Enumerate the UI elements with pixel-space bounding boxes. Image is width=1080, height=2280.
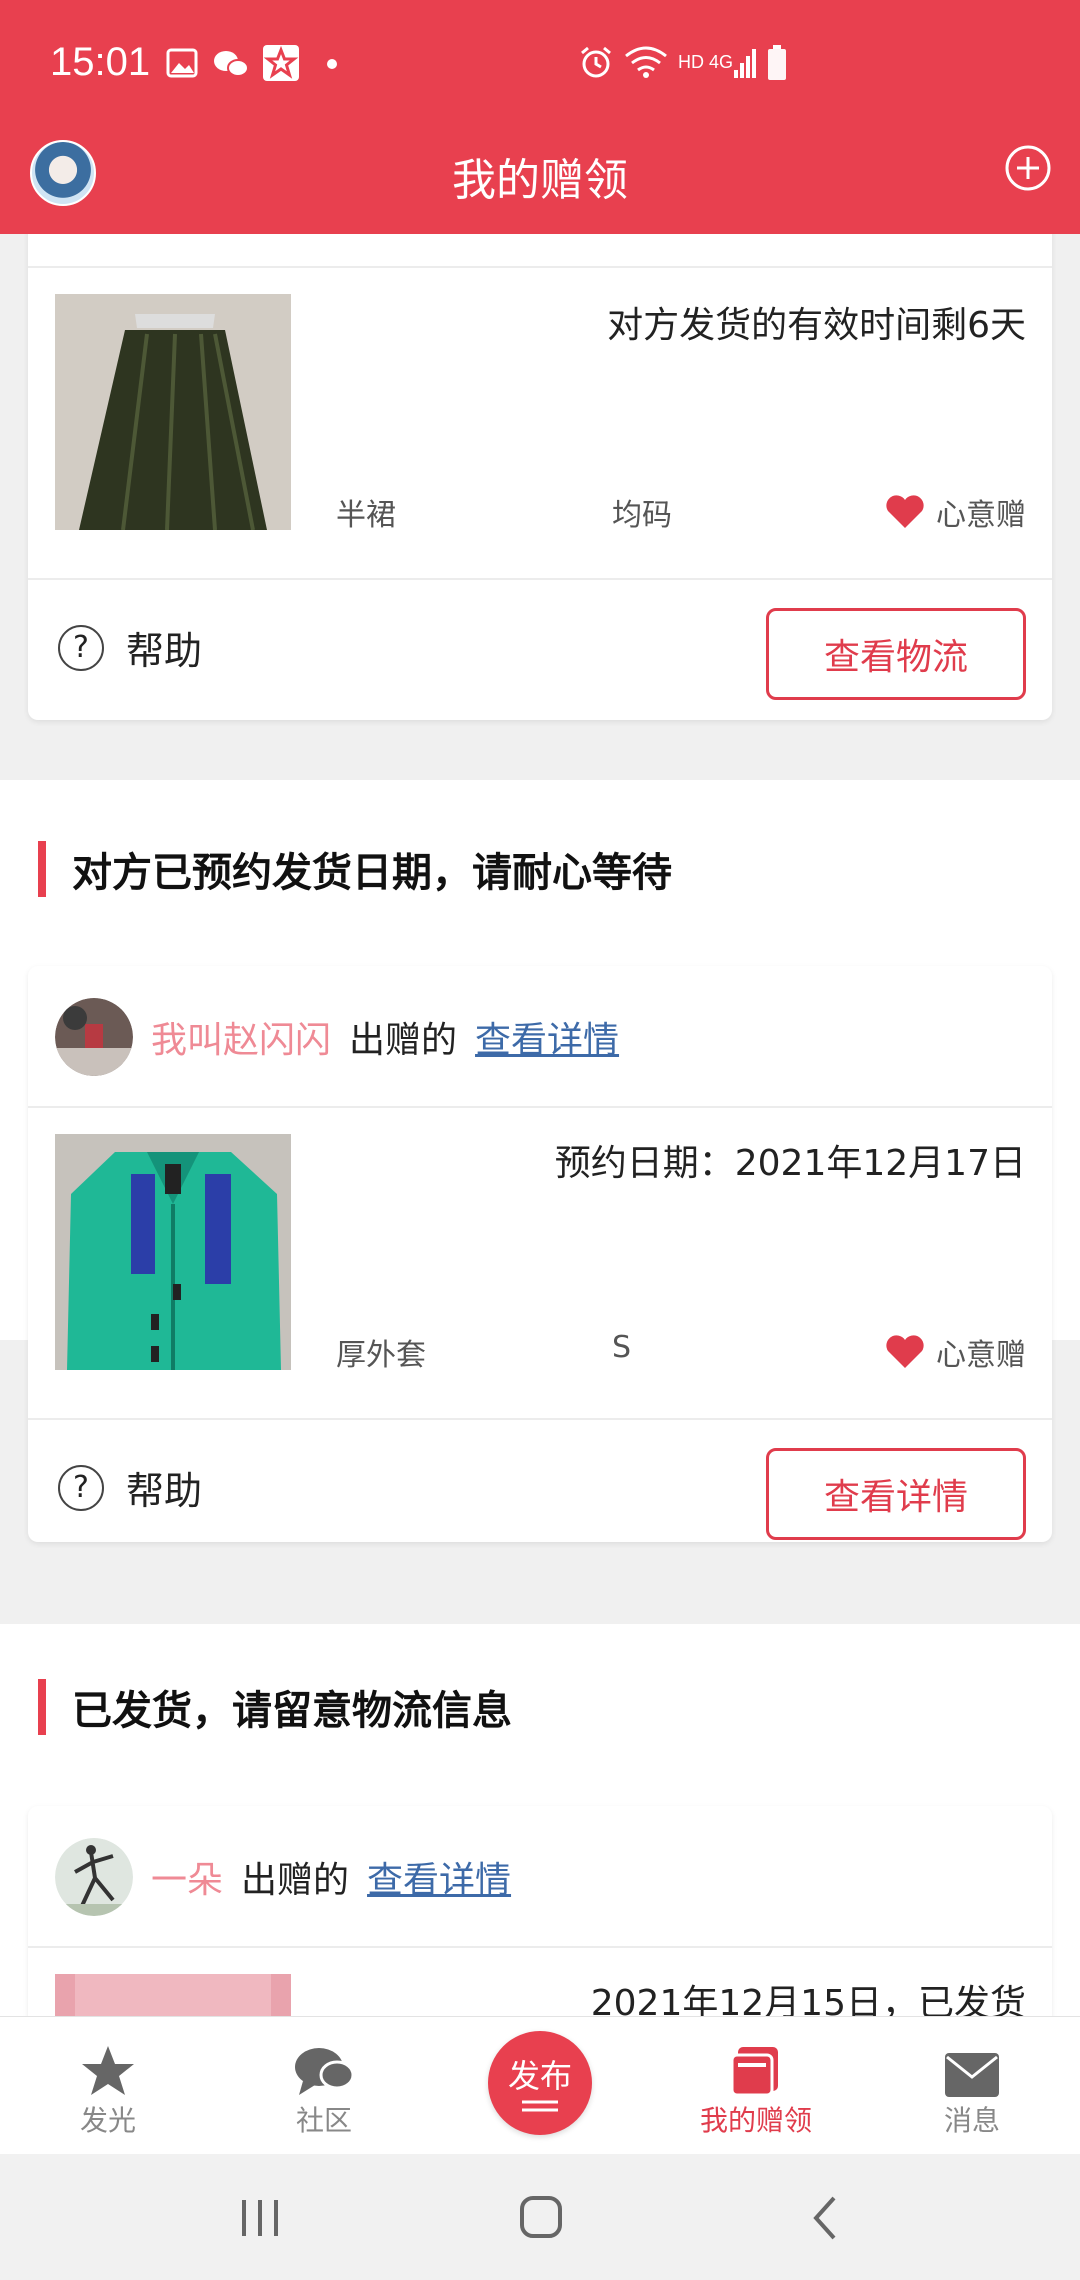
bottom-nav: 发光 社区 发布 我的赠领 消息 <box>0 2016 1080 2155</box>
view-logistics-button[interactable]: 查看物流 <box>766 608 1026 700</box>
gives-text: 出赠的 <box>349 1020 458 1061</box>
giver-name[interactable]: 一朵 <box>151 1851 223 1903</box>
help-question-icon: ? <box>58 624 104 671</box>
item-photo-jacket[interactable] <box>55 1134 291 1370</box>
item-category: 厚外套 <box>336 1338 426 1373</box>
publish-label: 发布 <box>507 2057 572 2095</box>
giver-name[interactable]: 我叫赵闪闪 <box>151 1011 331 1063</box>
notification-dot-icon <box>327 59 337 69</box>
divider <box>28 1106 1052 1108</box>
recent-apps-icon[interactable] <box>238 2196 282 2240</box>
content-scroll[interactable]: 对方发货的有效时间剩6天 半裙 均码 心意赠 ? 帮助 查看物流 对方已预约发货… <box>0 234 1080 2016</box>
wifi-icon <box>625 46 667 78</box>
divider <box>28 1946 1052 1948</box>
chat-icon <box>295 2048 355 2095</box>
app-star-icon <box>263 45 299 81</box>
heart-icon <box>886 495 924 528</box>
status-bar: 15:01 HD 4G <box>0 0 1080 130</box>
shipped-date: 2021年12月15日，已发货 <box>590 1983 1026 2016</box>
section-title-scheduled: 对方已预约发货日期，请耐心等待 <box>38 840 672 898</box>
jacket-image <box>55 1134 291 1370</box>
item-photo-skirt[interactable] <box>55 294 291 530</box>
view-detail-button[interactable]: 查看详情 <box>766 1448 1026 1540</box>
publish-button[interactable]: 发布 <box>488 2031 592 2135</box>
status-time: 15:01 <box>50 40 151 84</box>
view-detail-link[interactable]: 查看详情 <box>475 1011 619 1063</box>
help-question-icon: ? <box>58 1464 104 1511</box>
section-accent-bar <box>38 841 46 897</box>
gives-text: 出赠的 <box>241 1860 350 1901</box>
divider <box>28 578 1052 580</box>
divider <box>28 1418 1052 1420</box>
giver-row: 一朵 出赠的 查看详情 <box>55 1838 511 1916</box>
section-title-text: 已发货，请留意物流信息 <box>72 1688 512 1734</box>
item-size: 均码 <box>612 498 672 533</box>
nav-label: 消息 <box>943 2104 1000 2137</box>
gift-type-label: 心意赠 <box>936 498 1026 533</box>
gallery-icon <box>166 48 198 78</box>
giver-row: 我叫赵闪闪 出赠的 查看详情 <box>55 998 619 1076</box>
divider <box>28 266 1052 268</box>
view-detail-link[interactable]: 查看详情 <box>367 1851 511 1903</box>
nav-item-community[interactable]: 社区 <box>244 2039 404 2139</box>
wechat-icon <box>214 51 249 77</box>
star-icon <box>82 2046 134 2095</box>
nav-label: 社区 <box>295 2104 352 2137</box>
help-link[interactable]: ? 帮助 <box>58 1460 202 1515</box>
item-size: S <box>612 1330 632 1365</box>
battery-icon <box>768 45 786 80</box>
mail-icon <box>945 2053 999 2097</box>
gift-type-tag: 心意赠 <box>884 490 1026 534</box>
skirt-image <box>55 294 291 530</box>
heart-icon <box>886 1335 924 1368</box>
publish-icon <box>522 2100 558 2112</box>
giver-avatar[interactable] <box>55 998 133 1076</box>
nav-item-my-gifts[interactable]: 我的赠领 <box>676 2039 836 2139</box>
section-accent-bar <box>38 1679 46 1735</box>
gift-type-label: 心意赠 <box>936 1338 1026 1373</box>
help-link[interactable]: ? 帮助 <box>58 620 202 675</box>
help-label: 帮助 <box>126 1469 203 1513</box>
scheduled-date: 预约日期：2021年12月17日 <box>554 1143 1026 1184</box>
help-label: 帮助 <box>126 629 203 673</box>
app-bar: 我的赠领 <box>0 130 1080 234</box>
nav-label: 发光 <box>79 2104 136 2137</box>
system-nav-bar <box>0 2154 1080 2280</box>
item-photo-coat[interactable] <box>55 1974 291 2016</box>
shipping-deadline: 对方发货的有效时间剩6天 <box>607 305 1026 346</box>
signal-icon <box>734 49 756 78</box>
nav-item-glow[interactable]: 发光 <box>28 2039 188 2139</box>
section-title-shipped: 已发货，请留意物流信息 <box>38 1678 512 1736</box>
item-category: 半裙 <box>336 498 396 533</box>
section-title-text: 对方已预约发货日期，请耐心等待 <box>72 850 672 896</box>
home-icon[interactable] <box>518 2194 564 2240</box>
add-circle-icon[interactable] <box>1004 144 1052 192</box>
gift-type-tag: 心意赠 <box>884 1330 1026 1374</box>
network-label: HD 4G <box>678 52 734 72</box>
coat-image <box>55 1974 291 2016</box>
gift-box-icon <box>730 2047 778 2097</box>
giver-avatar[interactable] <box>55 1838 133 1916</box>
page-title: 我的赠领 <box>452 155 628 206</box>
nav-label: 我的赠领 <box>699 2104 812 2137</box>
back-icon[interactable] <box>806 2194 842 2242</box>
nav-item-messages[interactable]: 消息 <box>892 2039 1052 2139</box>
alarm-icon <box>581 46 611 78</box>
